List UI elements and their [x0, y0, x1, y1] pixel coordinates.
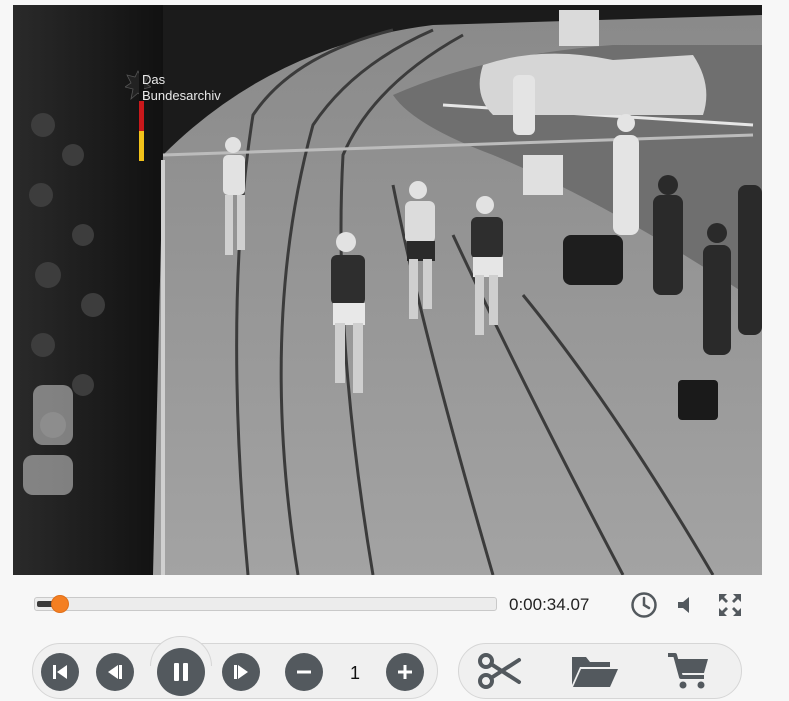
skip-to-start-icon	[53, 665, 67, 679]
pause-button[interactable]	[157, 648, 205, 696]
step-forward-button[interactable]	[222, 653, 260, 691]
step-forward-icon	[234, 665, 248, 679]
clock-icon[interactable]	[628, 589, 660, 621]
video-frame[interactable]: Das Bundesarchiv	[13, 5, 762, 575]
skip-to-start-button[interactable]	[41, 653, 79, 691]
bundesarchiv-watermark: Das Bundesarchiv	[125, 67, 245, 177]
minus-icon	[297, 670, 311, 674]
scissors-icon[interactable]	[475, 651, 525, 691]
volume-icon[interactable]	[670, 589, 702, 621]
cart-icon[interactable]	[664, 651, 714, 691]
media-player: Das Bundesarchiv 0:00:34.07 1	[0, 0, 789, 701]
speed-increase-button[interactable]	[386, 653, 424, 691]
seek-row: 0:00:34.07	[0, 585, 789, 625]
fullscreen-icon[interactable]	[714, 589, 746, 621]
watermark-text: Das Bundesarchiv	[142, 72, 221, 104]
speed-decrease-button[interactable]	[285, 653, 323, 691]
flag-stripe-gold	[139, 131, 144, 161]
pause-icon	[174, 663, 188, 681]
watermark-line-1: Das	[142, 72, 166, 87]
speed-value: 1	[349, 663, 360, 683]
watermark-line-2: Bundesarchiv	[142, 88, 221, 103]
flag-stripe-red	[139, 101, 144, 131]
seek-bar[interactable]	[34, 595, 497, 613]
folder-open-icon[interactable]	[570, 651, 620, 691]
time-readout: 0:00:34.07	[509, 595, 590, 614]
step-back-icon	[108, 665, 122, 679]
plus-icon	[398, 665, 412, 679]
step-back-button[interactable]	[96, 653, 134, 691]
seek-thumb[interactable]	[51, 595, 69, 613]
